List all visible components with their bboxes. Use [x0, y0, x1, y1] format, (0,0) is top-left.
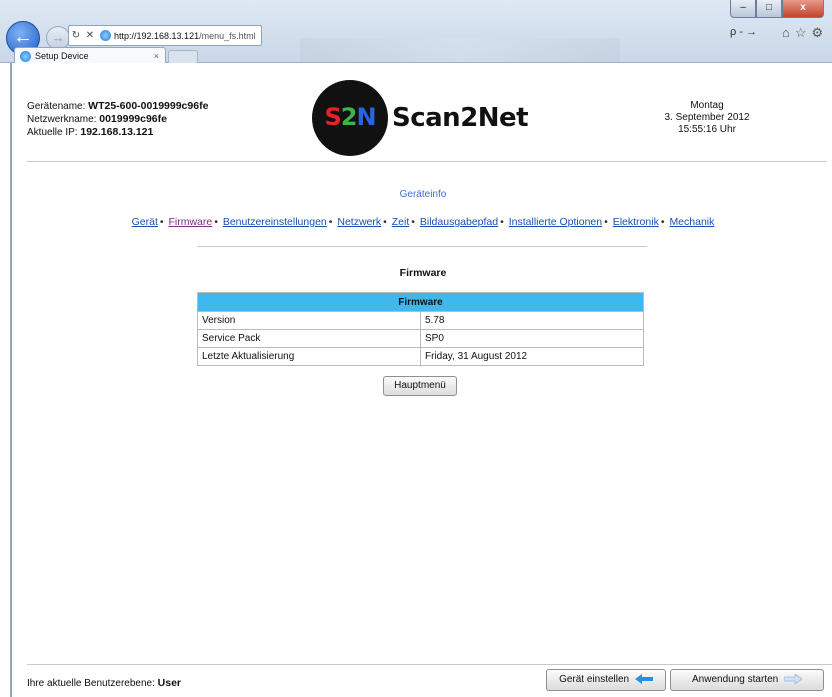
row-key: Service Pack: [197, 329, 421, 348]
nav-link-geraet[interactable]: Gerät: [132, 216, 158, 228]
date-time: Montag 3. September 2012 15:55:16 Uhr: [612, 100, 802, 136]
start-application-label: Anwendung starten: [692, 674, 779, 685]
setup-device-button[interactable]: Gerät einstellen: [546, 669, 666, 691]
nav-link-installierte-optionen[interactable]: Installierte Optionen: [509, 216, 602, 228]
back-arrow-icon: ←: [13, 26, 33, 48]
toolbar-icons: ⌂☆⚙: [782, 25, 828, 41]
tab-title: Setup Device: [35, 51, 89, 61]
menu-separator: •: [411, 216, 415, 228]
page-title: Geräteinfo: [399, 189, 447, 200]
firmware-table: Firmware Version 5.78 Service Pack SP0 L…: [197, 292, 644, 366]
nav-link-firmware[interactable]: Firmware: [168, 216, 212, 228]
url-text[interactable]: http://192.168.13.121/menu_fs.html: [114, 31, 256, 41]
row-key: Letzte Aktualisierung: [197, 347, 421, 366]
maximize-button[interactable]: □: [756, 0, 782, 18]
search-dropdown[interactable]: ρ - →: [730, 26, 757, 38]
arrow-left-icon: [634, 674, 653, 685]
row-value: 5.78: [420, 311, 644, 330]
table-row: Letzte Aktualisierung Friday, 31 August …: [197, 347, 644, 366]
info-nav-menu: Gerät • Firmware • Benutzereinstellungen • …: [12, 216, 832, 228]
row-key: Version: [197, 311, 421, 330]
device-info: Gerätename: WT25-600-0019999c96fe Netzwe…: [27, 100, 208, 139]
table-header-row: Firmware: [197, 292, 644, 312]
logo-wordmark: Scan2Net: [392, 103, 529, 133]
star-icon[interactable]: ☆: [795, 25, 812, 40]
tab-close-icon[interactable]: ×: [154, 51, 159, 61]
window-controls: – □ x: [730, 0, 824, 18]
new-tab-button[interactable]: [168, 50, 198, 63]
nav-link-benutzereinstellungen[interactable]: Benutzereinstellungen: [223, 216, 327, 228]
gear-icon[interactable]: ⚙: [812, 25, 829, 40]
background-window-ghost: [300, 38, 620, 62]
site-icon: [20, 50, 31, 62]
network-name-label: Netzwerkname:: [27, 114, 97, 125]
nav-link-zeit[interactable]: Zeit: [392, 216, 410, 228]
weekday: Montag: [690, 100, 724, 111]
divider: [27, 664, 832, 665]
page-content: Gerätename: WT25-600-0019999c96fe Netzwe…: [10, 63, 832, 697]
time: 15:55:16 Uhr: [678, 124, 736, 135]
main-menu-button[interactable]: Hauptmenü: [383, 376, 457, 396]
nav-link-elektronik[interactable]: Elektronik: [613, 216, 659, 228]
menu-separator: •: [660, 216, 665, 228]
divider: [197, 246, 647, 247]
nav-link-mechanik[interactable]: Mechanik: [669, 216, 714, 228]
row-value: SP0: [420, 329, 644, 348]
nav-link-bildausgabepfad[interactable]: Bildausgabepfad: [420, 216, 498, 228]
logo-mark: S2N: [324, 103, 376, 131]
tab-setup-device[interactable]: Setup Device ×: [14, 47, 166, 64]
address-bar[interactable]: ↻ ✕ http://192.168.13.121/menu_fs.html: [68, 25, 262, 46]
minimize-button[interactable]: –: [730, 0, 756, 18]
stop-icon[interactable]: ✕: [83, 30, 97, 41]
user-level: Ihre aktuelle Benutzerebene: User: [27, 677, 181, 689]
row-value: Friday, 31 August 2012: [420, 347, 644, 366]
browser-chrome: – □ x ← → ↻ ✕ http://192.168.13.121/menu…: [0, 0, 832, 64]
menu-separator: •: [159, 216, 164, 228]
site-icon: [100, 30, 111, 41]
current-ip-label: Aktuelle IP:: [27, 127, 78, 138]
device-name-label: Gerätename:: [27, 101, 86, 112]
date: 3. September 2012: [664, 112, 750, 123]
nav-link-netzwerk[interactable]: Netzwerk: [337, 216, 381, 228]
user-level-value: User: [157, 677, 182, 689]
close-window-button[interactable]: x: [782, 0, 824, 18]
forward-arrow-icon: →: [51, 30, 65, 45]
current-ip: 192.168.13.121: [80, 126, 154, 138]
menu-separator: •: [500, 216, 504, 228]
start-application-button[interactable]: Anwendung starten: [670, 669, 824, 691]
divider: [27, 161, 827, 162]
home-icon[interactable]: ⌂: [782, 25, 795, 40]
refresh-icon[interactable]: ↻: [69, 30, 83, 41]
menu-separator: •: [214, 216, 218, 228]
scan2net-logo: S2N Scan2Net: [312, 80, 552, 156]
menu-separator: •: [604, 216, 608, 228]
network-name: 0019999c96fe: [99, 113, 167, 125]
table-header: Firmware: [197, 292, 644, 312]
user-level-label: Ihre aktuelle Benutzerebene:: [27, 678, 155, 689]
table-row: Service Pack SP0: [197, 329, 644, 348]
menu-separator: •: [383, 216, 387, 228]
setup-device-label: Gerät einstellen: [559, 674, 630, 685]
device-name: WT25-600-0019999c96fe: [88, 100, 209, 112]
table-row: Version 5.78: [197, 311, 644, 330]
menu-separator: •: [328, 216, 333, 228]
arrow-right-icon: [783, 674, 802, 685]
section-title: Firmware: [399, 267, 447, 279]
